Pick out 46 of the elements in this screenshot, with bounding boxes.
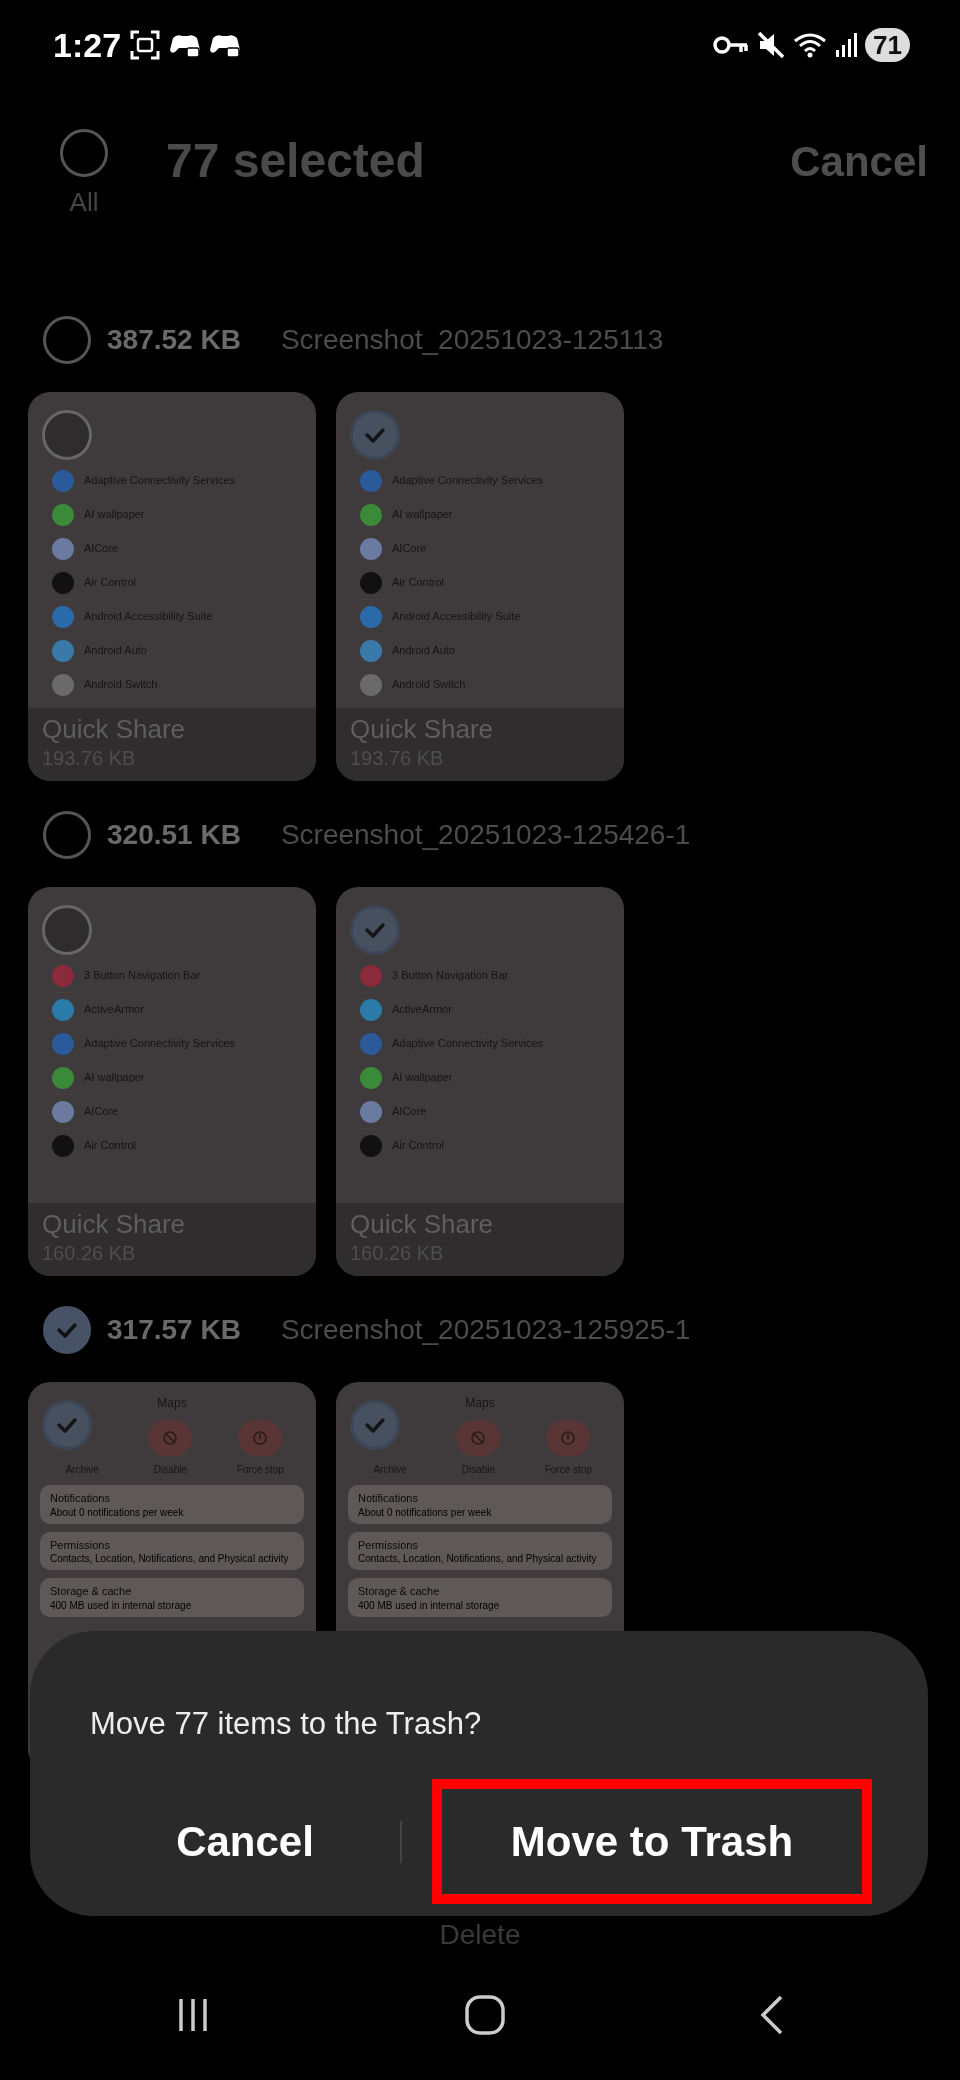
row-subtitle: Contacts, Location, Notifications, and Physical activity bbox=[358, 1553, 598, 1565]
item-checkbox[interactable] bbox=[42, 410, 92, 460]
group-checkbox[interactable] bbox=[43, 811, 91, 859]
group-size: 387.52 KB bbox=[107, 323, 241, 357]
row-title: Notifications bbox=[358, 1491, 419, 1506]
disable-icon bbox=[470, 1430, 487, 1446]
row-title: Storage & cache bbox=[358, 1584, 441, 1599]
signal-icon bbox=[835, 32, 858, 58]
row-title: Permissions bbox=[358, 1537, 419, 1553]
row-title: Permissions bbox=[50, 1537, 111, 1553]
dialog-button[interactable]: Cancel bbox=[90, 1779, 400, 1904]
stop-icon bbox=[560, 1430, 577, 1446]
select-all-label: All bbox=[69, 185, 99, 219]
group-size: 317.57 KB bbox=[107, 1313, 241, 1347]
group-checkbox[interactable] bbox=[43, 316, 91, 364]
cancel-button[interactable]: Cancel bbox=[790, 129, 928, 193]
mute-icon bbox=[757, 31, 786, 59]
row-subtitle: Contacts, Location, Notifications, and Physical activity bbox=[50, 1553, 290, 1565]
file-name: Screenshot_20251023-125925-1 bbox=[280, 1313, 691, 1347]
home-icon[interactable] bbox=[464, 1994, 506, 2036]
stop-icon bbox=[252, 1430, 269, 1446]
row-subtitle: 400 MB used in internal storage bbox=[50, 1599, 193, 1612]
row-subtitle: 400 MB used in internal storage bbox=[358, 1599, 501, 1612]
row-subtitle: About 0 notifications per week bbox=[358, 1506, 493, 1519]
row-subtitle: About 0 notifications per week bbox=[50, 1506, 185, 1519]
delete-label: Delete bbox=[439, 1919, 521, 1950]
screenshot-icon bbox=[129, 29, 162, 61]
item-checkbox[interactable] bbox=[350, 410, 400, 460]
wifi-icon bbox=[793, 31, 828, 59]
battery-level: 71 bbox=[865, 28, 910, 62]
file-name: Screenshot_20251023-125113 bbox=[280, 323, 664, 357]
disable-icon bbox=[162, 1430, 179, 1446]
item-checkbox[interactable] bbox=[42, 905, 92, 955]
group-size: 320.51 KB bbox=[107, 818, 241, 852]
file-name: Screenshot_20251023-125426-1 bbox=[280, 818, 691, 852]
item-checkbox[interactable] bbox=[350, 905, 400, 955]
row-title: Notifications bbox=[50, 1491, 111, 1506]
row-title: Storage & cache bbox=[50, 1584, 133, 1599]
clock-time: 1:27 bbox=[53, 24, 122, 66]
item-checkbox[interactable] bbox=[350, 1400, 400, 1450]
group-checkbox[interactable] bbox=[43, 1306, 91, 1354]
dialog-button[interactable]: Move to Trash bbox=[432, 1779, 872, 1904]
select-all-checkbox[interactable] bbox=[60, 128, 108, 177]
key-icon bbox=[713, 34, 750, 56]
item-checkbox[interactable] bbox=[42, 1400, 92, 1450]
selection-count: 77 selected bbox=[166, 133, 425, 189]
